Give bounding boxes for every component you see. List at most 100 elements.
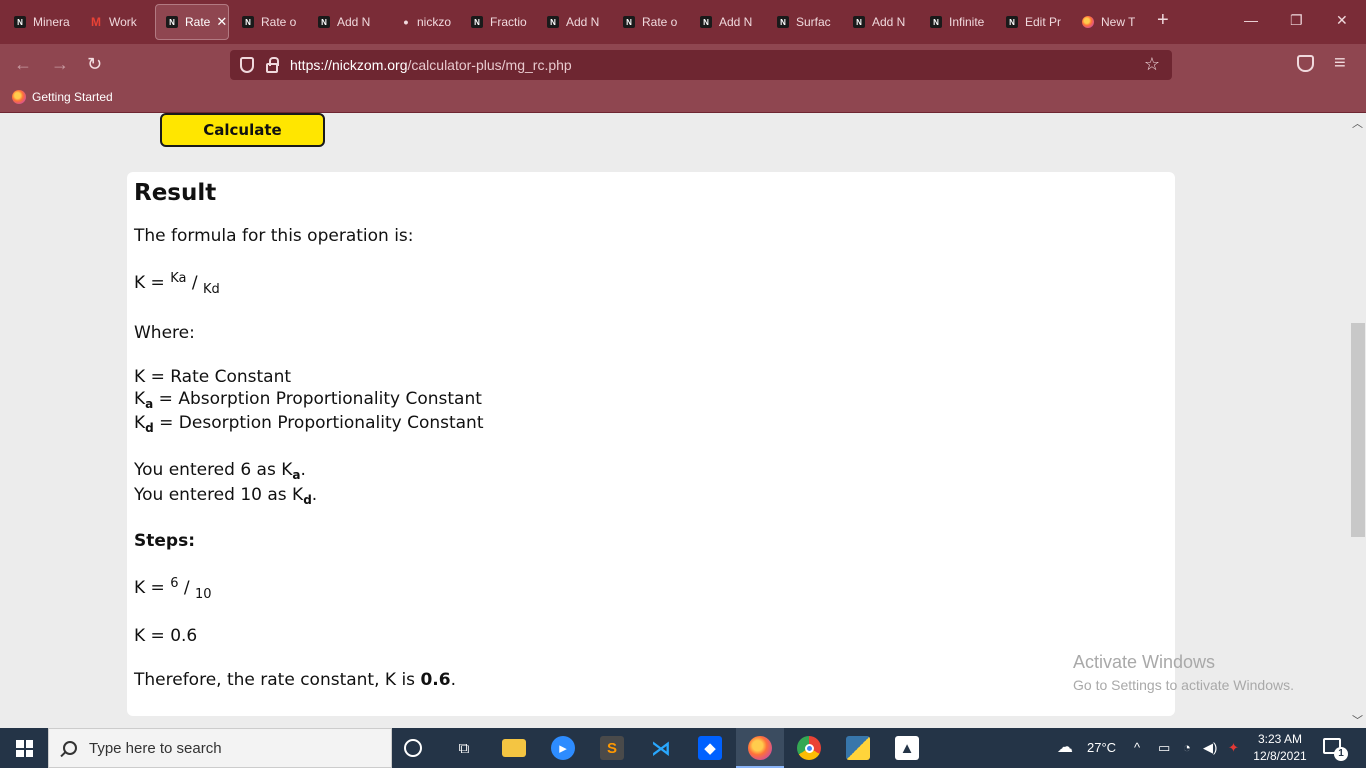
dropbox-icon[interactable]: ◆ xyxy=(698,736,722,760)
forward-icon[interactable]: → xyxy=(51,54,69,74)
tab-strip: N Minera M Work N Rate ✕ N Rate o N Add N • nic… xyxy=(0,0,1366,44)
formula: K = Ka / Kd xyxy=(134,271,220,297)
tab-infinite[interactable]: N Infinite xyxy=(920,4,994,40)
sublime-text-icon[interactable]: S xyxy=(600,736,624,760)
step-denominator: 10 xyxy=(195,587,212,602)
tab-work[interactable]: M Work xyxy=(80,4,154,40)
conclusion-value: 0.6 xyxy=(420,670,451,690)
weather-cloud-icon[interactable]: ☁ xyxy=(1057,737,1073,757)
definition-text: = Rate Constant xyxy=(150,367,292,387)
tab-label: Add N xyxy=(337,15,371,29)
entered-subscript: d xyxy=(303,493,312,507)
photos-icon[interactable]: ▲ xyxy=(895,736,919,760)
definition-subscript: a xyxy=(145,397,154,411)
scrollbar-thumb[interactable] xyxy=(1351,323,1365,537)
dropbox-sync-icon[interactable]: ✦ xyxy=(1228,740,1239,756)
scroll-up-arrow-icon[interactable]: ︿ xyxy=(1352,115,1363,131)
restore-icon[interactable]: ❐ xyxy=(1290,12,1303,29)
tab-label: Rate o xyxy=(642,15,678,29)
firefox-icon[interactable] xyxy=(748,736,772,760)
tab-label: Edit Pr xyxy=(1025,15,1062,29)
battery-icon[interactable]: ▭ xyxy=(1158,740,1170,756)
tab-minera[interactable]: N Minera xyxy=(4,4,78,40)
tab-label: Minera xyxy=(33,15,70,29)
scroll-down-arrow-icon[interactable]: ﹀ xyxy=(1352,712,1363,728)
tab-nickzom[interactable]: • nickzo xyxy=(392,4,466,40)
formula-intro: The formula for this operation is: xyxy=(134,226,414,246)
tab-fraction[interactable]: N Fractio xyxy=(461,4,535,40)
search-placeholder: Type here to search xyxy=(89,739,222,757)
python-icon[interactable] xyxy=(846,736,870,760)
tab-rate[interactable]: N Rate o xyxy=(613,4,687,40)
tab-new-tab[interactable]: New T xyxy=(1072,4,1146,40)
tab-label: Surfac xyxy=(796,15,831,29)
bookmarks-toolbar: Getting Started xyxy=(0,86,1366,113)
conclusion-period: . xyxy=(450,670,456,690)
tab-label: New T xyxy=(1101,15,1136,29)
minimize-icon[interactable]: — xyxy=(1244,12,1258,28)
cortana-icon[interactable] xyxy=(404,739,422,757)
definition-text: = Absorption Proportionality Constant xyxy=(158,389,482,409)
navigation-toolbar: ← → ↻ https://nickzom.org/calculator-plu… xyxy=(0,44,1366,86)
definition-kd: Kd = Desorption Proportionality Constant xyxy=(134,413,484,435)
tab-label: Add N xyxy=(872,15,906,29)
new-tab-button[interactable]: + xyxy=(1157,10,1169,30)
lock-icon[interactable] xyxy=(266,56,279,73)
tab-rate-active[interactable]: N Rate ✕ xyxy=(155,4,229,40)
step-numerator: 6 xyxy=(170,576,179,591)
weather-temp[interactable]: 27°C xyxy=(1087,740,1116,755)
nickzom-icon: N xyxy=(166,16,178,28)
definition-symbol: K xyxy=(134,389,146,409)
calculate-button[interactable]: Calculate xyxy=(160,113,325,147)
reload-icon[interactable]: ↻ xyxy=(87,54,102,74)
clock-date: 12/8/2021 xyxy=(1253,749,1307,763)
result-title: Result xyxy=(134,180,217,206)
tab-add[interactable]: N Add N xyxy=(308,4,382,40)
vscode-icon[interactable]: ⋊ xyxy=(649,736,673,760)
gmail-icon: M xyxy=(91,15,101,29)
bookmark-star-icon[interactable]: ☆ xyxy=(1144,54,1160,75)
step-substitution: K = 6 / 10 xyxy=(134,576,212,602)
formula-numerator: Ka xyxy=(170,271,187,286)
tab-edit[interactable]: N Edit Pr xyxy=(996,4,1070,40)
chrome-icon[interactable] xyxy=(797,736,821,760)
nickzom-icon: N xyxy=(623,16,635,28)
tab-add[interactable]: N Add N xyxy=(690,4,764,40)
file-explorer-icon[interactable] xyxy=(502,739,526,757)
zoom-icon[interactable]: ▸ xyxy=(551,736,575,760)
definition-symbol: K xyxy=(134,413,146,433)
steps-label-text: Steps: xyxy=(134,531,195,551)
window-close-icon[interactable]: ✕ xyxy=(1336,12,1348,29)
nickzom-icon: N xyxy=(853,16,865,28)
result-card: Result The formula for this operation is… xyxy=(127,172,1175,716)
windows-taskbar: Type here to search ⧉ ▸ S ⋊ ◆ ▲ ☁ 27°C ^… xyxy=(0,728,1366,768)
address-bar[interactable]: https://nickzom.org/calculator-plus/mg_r… xyxy=(230,50,1172,80)
windows-start-icon[interactable] xyxy=(16,740,33,757)
firefox-icon xyxy=(1082,16,1094,28)
tracking-shield-icon[interactable] xyxy=(240,57,254,73)
pocket-icon[interactable] xyxy=(1297,55,1314,72)
hamburger-menu-icon[interactable]: ≡ xyxy=(1334,52,1346,75)
url-text[interactable]: https://nickzom.org/calculator-plus/mg_r… xyxy=(290,57,572,73)
show-hidden-icons-chevron-icon[interactable]: ^ xyxy=(1134,740,1140,755)
tab-surface[interactable]: N Surfac xyxy=(767,4,841,40)
formula-slash: / xyxy=(191,273,198,293)
wifi-icon[interactable]: ◔ xyxy=(1183,740,1191,755)
taskbar-search-box[interactable]: Type here to search xyxy=(48,728,392,768)
entered-text: You entered 6 as K xyxy=(134,460,293,480)
close-icon[interactable]: ✕ xyxy=(216,14,227,30)
task-view-icon[interactable]: ⧉ xyxy=(452,736,476,760)
system-clock[interactable]: 3:23 AM 12/8/2021 xyxy=(1250,731,1310,765)
nickzom-icon: N xyxy=(700,16,712,28)
tab-add[interactable]: N Add N xyxy=(537,4,611,40)
tab-rate[interactable]: N Rate o xyxy=(232,4,306,40)
volume-icon[interactable]: ◀) xyxy=(1203,740,1217,756)
back-icon[interactable]: ← xyxy=(14,54,32,74)
definition-ka: Ka = Absorption Proportionality Constant xyxy=(134,389,482,411)
nickzom-icon: N xyxy=(1006,16,1018,28)
tab-label: Add N xyxy=(719,15,753,29)
tab-add[interactable]: N Add N xyxy=(843,4,917,40)
where-label: Where: xyxy=(134,323,195,343)
bookmark-getting-started[interactable]: Getting Started xyxy=(12,90,113,104)
step-slash: / xyxy=(183,578,190,598)
